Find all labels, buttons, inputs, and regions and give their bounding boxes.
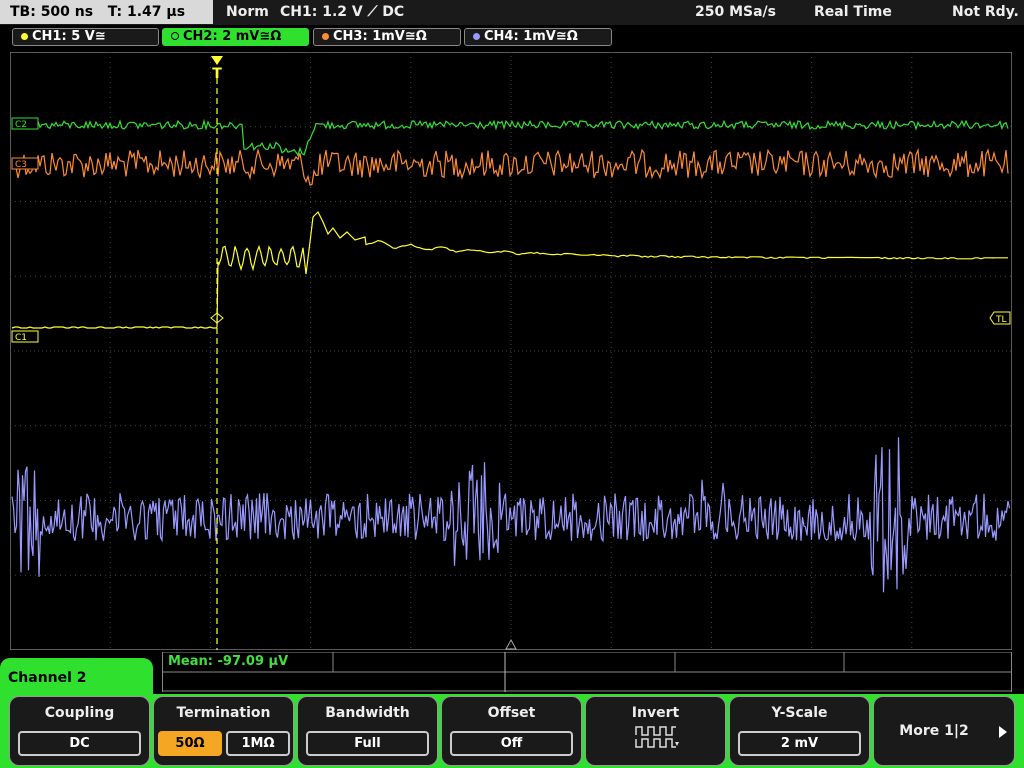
arrow-right-icon: [999, 726, 1007, 738]
ch4-color-dot: [473, 32, 480, 40]
sample-rate: 250 MSa/s: [695, 4, 777, 20]
more-softkey[interactable]: More 1|2: [873, 696, 1015, 766]
tab-ch1[interactable]: CH1: 5 V≅: [12, 28, 159, 46]
ch2-marker-label: C2: [15, 120, 27, 130]
invert-waveform-icon: [635, 726, 679, 748]
trigger-level-label: TL: [995, 315, 1007, 325]
trigger-time-readout: T: 1.47 µs: [107, 4, 186, 20]
tab-ch2[interactable]: CH2: 2 mV≅Ω: [162, 28, 309, 46]
acquisition-mode: Real Time: [814, 4, 892, 20]
termination-title: Termination: [176, 705, 271, 721]
trigger-position-label: T: [212, 66, 222, 82]
measurement-panel: Mean: -97.09 µV: [162, 652, 1012, 692]
timebase-readout: TB: 500 ns: [10, 4, 94, 20]
tab-ch3-label: CH3: 1mV≅Ω: [333, 29, 427, 44]
termination-50-option[interactable]: 50Ω: [158, 731, 222, 756]
mean-measurement[interactable]: Mean: -97.09 µV: [168, 652, 288, 672]
measurement-grid: [162, 652, 1012, 692]
softkey-bar: Coupling DC Termination 50Ω 1MΩ Bandwidt…: [0, 694, 1024, 768]
invert-title: Invert: [631, 705, 680, 721]
coupling-value: DC: [18, 731, 141, 756]
ch1-marker-label: C1: [15, 333, 27, 343]
trigger-setting[interactable]: CH1: 1.2 V ⟋ DC: [280, 0, 404, 24]
offset-value: Off: [450, 731, 573, 756]
tab-ch4[interactable]: CH4: 1mV≅Ω: [464, 28, 612, 46]
scope-display[interactable]: T C2 C3 C1 TL: [10, 52, 1012, 650]
more-title: More 1|2: [899, 723, 969, 739]
yscale-title: Y-Scale: [771, 705, 828, 721]
trigger-status: Not Rdy.: [952, 4, 1019, 20]
ch3-color-dot: [322, 32, 329, 40]
ch1-color-dot: [21, 32, 28, 40]
channel-tabs: CH1: 5 V≅ CH2: 2 mV≅Ω CH3: 1mV≅Ω CH4: 1m…: [0, 26, 1024, 48]
coupling-softkey[interactable]: Coupling DC: [9, 696, 150, 766]
tab-ch3[interactable]: CH3: 1mV≅Ω: [313, 28, 461, 46]
tab-ch4-label: CH4: 1mV≅Ω: [484, 29, 578, 44]
coupling-title: Coupling: [44, 705, 115, 721]
status-bar: TB: 500 ns T: 1.47 µs Norm CH1: 1.2 V ⟋ …: [0, 0, 1024, 25]
invert-softkey[interactable]: Invert: [585, 696, 726, 766]
timebase-box[interactable]: TB: 500 ns T: 1.47 µs: [0, 0, 213, 24]
yscale-value: 2 mV: [738, 731, 861, 756]
ch3-marker-label: C3: [15, 160, 27, 170]
trigger-mode[interactable]: Norm: [226, 0, 269, 24]
termination-softkey[interactable]: Termination 50Ω 1MΩ: [153, 696, 294, 766]
ch2-color-dot: [171, 32, 179, 40]
bandwidth-title: Bandwidth: [325, 705, 410, 721]
tab-ch1-label: CH1: 5 V≅: [32, 29, 106, 44]
bandwidth-value: Full: [306, 731, 429, 756]
tab-ch2-label: CH2: 2 mV≅Ω: [183, 29, 282, 44]
offset-title: Offset: [487, 705, 536, 721]
termination-1m-option[interactable]: 1MΩ: [226, 731, 290, 756]
offset-softkey[interactable]: Offset Off: [441, 696, 582, 766]
bandwidth-softkey[interactable]: Bandwidth Full: [297, 696, 438, 766]
yscale-softkey[interactable]: Y-Scale 2 mV: [729, 696, 870, 766]
